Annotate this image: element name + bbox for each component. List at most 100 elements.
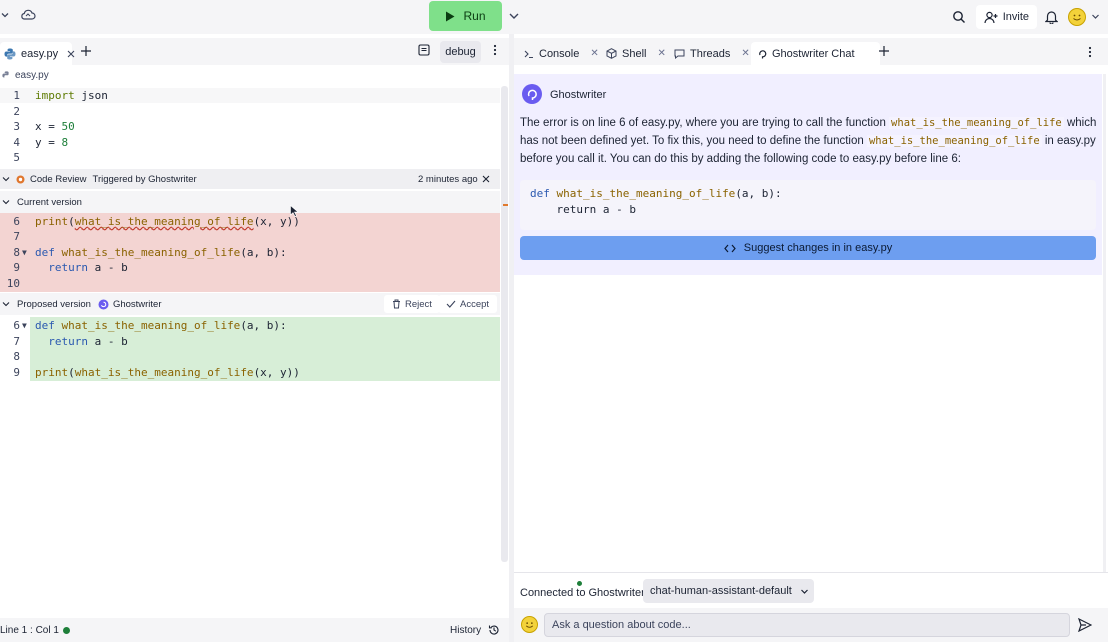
- new-tab-plus-icon[interactable]: [878, 45, 890, 57]
- run-button[interactable]: Run: [429, 1, 502, 31]
- code-line[interactable]: 3 x = 50: [0, 119, 500, 134]
- current-version-label: Current version: [17, 196, 82, 208]
- code-review-trigger: Triggered by Ghostwriter: [92, 173, 197, 185]
- fold-arrow-icon[interactable]: ▼: [22, 245, 27, 260]
- new-tab-plus-icon[interactable]: [80, 45, 92, 57]
- line-number: 10: [6, 277, 20, 290]
- code-line[interactable]: 1 import json: [0, 88, 500, 103]
- status-bar: Line 1 : Col 1 History: [0, 618, 509, 642]
- bell-icon[interactable]: [1045, 10, 1058, 24]
- line-code: print(what_is_the_meaning_of_life(x, y)): [35, 215, 300, 228]
- code-review-title: Code Review: [30, 173, 87, 185]
- line-code: def what_is_the_meaning_of_life(a, b):: [35, 246, 287, 259]
- debug-button[interactable]: debug: [440, 41, 481, 63]
- line-code: import json: [35, 89, 108, 102]
- file-tab-label: easy.py: [21, 47, 59, 60]
- tool-tab-row: Console ✕ Shell ✕ Threads ✕ Ghostwriter …: [514, 38, 1108, 65]
- file-tab-easy-py[interactable]: easy.py: [0, 42, 75, 65]
- connection-status: Connected to Ghostwriter: [520, 580, 645, 599]
- tab-label: Threads: [690, 47, 731, 60]
- proposed-version-header: Proposed version Ghostwriter Reject Acce…: [0, 293, 500, 315]
- line-number: 3: [13, 120, 20, 133]
- top-bar: Run Invite: [0, 0, 1108, 34]
- breadcrumb-file[interactable]: easy.py: [15, 70, 49, 81]
- chevron-down-icon[interactable]: [2, 198, 10, 206]
- check-icon: [446, 300, 456, 308]
- send-icon[interactable]: [1078, 618, 1092, 632]
- close-tab-icon[interactable]: ✕: [741, 48, 749, 59]
- code-line[interactable]: 4 y = 8: [0, 135, 500, 150]
- python-file-icon: [2, 70, 11, 80]
- code-line[interactable]: 8: [0, 349, 500, 364]
- accept-button[interactable]: Accept: [438, 295, 498, 313]
- history-icon[interactable]: [488, 624, 500, 636]
- ghostwriter-avatar: [522, 84, 542, 104]
- tab-ghostwriter-chat[interactable]: Ghostwriter Chat: [751, 42, 880, 65]
- line-code: x = 50: [35, 120, 75, 133]
- chat-scrollbar[interactable]: [1103, 74, 1106, 572]
- chevron-down-icon[interactable]: [2, 175, 10, 183]
- close-tab-icon[interactable]: [67, 50, 75, 58]
- close-tab-icon[interactable]: ✕: [657, 48, 665, 59]
- code-line[interactable]: 5: [0, 150, 500, 165]
- chevron-down-icon[interactable]: [0, 10, 10, 20]
- chevron-down-icon[interactable]: [2, 300, 10, 308]
- line-code: def what_is_the_meaning_of_life(a, b):: [35, 319, 287, 332]
- divider: [514, 572, 1108, 573]
- breadcrumb: easy.py: [0, 66, 49, 84]
- chat-bubble-icon: [674, 49, 685, 59]
- reject-label: Reject: [405, 298, 432, 310]
- history-label[interactable]: History: [450, 625, 481, 636]
- connection-label: Connected to Ghostwriter: [520, 587, 645, 599]
- reject-button[interactable]: Reject: [384, 295, 440, 313]
- line-number: 8: [13, 350, 20, 363]
- chat-input[interactable]: [544, 613, 1070, 637]
- code-line[interactable]: 7: [0, 229, 500, 244]
- tab-threads[interactable]: Threads ✕: [668, 42, 756, 65]
- invite-button[interactable]: Invite: [975, 5, 1037, 29]
- layout-toggle-icon[interactable]: [418, 44, 430, 56]
- code-line[interactable]: 9 return a - b: [0, 260, 500, 275]
- trash-icon: [392, 299, 401, 309]
- connection-dot-icon: [576, 580, 583, 587]
- line-number: 6: [13, 215, 20, 228]
- line-code: return a - b: [48, 335, 128, 348]
- tab-console[interactable]: Console ✕: [518, 42, 605, 65]
- line-number: 7: [13, 335, 20, 348]
- proposed-author: Ghostwriter: [112, 298, 162, 310]
- code-review-time: 2 minutes ago: [418, 173, 478, 185]
- ghostwriter-small-icon: [98, 299, 109, 310]
- cursor-position[interactable]: Line 1 : Col 1: [0, 625, 59, 636]
- suggest-changes-button[interactable]: Suggest changes in in easy.py: [520, 236, 1096, 260]
- line-number: 4: [13, 136, 20, 149]
- user-avatar[interactable]: [1068, 8, 1086, 26]
- close-icon[interactable]: [482, 175, 490, 183]
- code-line[interactable]: 7 return a - b: [0, 334, 500, 349]
- more-options-icon[interactable]: [1088, 46, 1092, 58]
- line-number: 6: [13, 319, 20, 332]
- line-number: 9: [13, 366, 20, 379]
- code-line[interactable]: 10: [0, 276, 500, 291]
- code-line[interactable]: 6 print(what_is_the_meaning_of_life(x, y…: [0, 214, 500, 229]
- tab-shell[interactable]: Shell ✕: [600, 42, 672, 65]
- code-line[interactable]: 9 print(what_is_the_meaning_of_life(x, y…: [0, 365, 500, 380]
- search-icon[interactable]: [952, 10, 966, 24]
- model-select[interactable]: chat-human-assistant-default: [643, 579, 814, 603]
- inline-code: what_is_the_meaning_of_life: [889, 117, 1064, 129]
- code-line[interactable]: 6 ▼ def what_is_the_meaning_of_life(a, b…: [0, 318, 500, 333]
- code-block-line: return a - b: [530, 203, 635, 216]
- close-tab-icon[interactable]: ✕: [590, 48, 598, 59]
- code-line[interactable]: 2: [0, 104, 500, 119]
- cloud-sync-icon[interactable]: [20, 8, 36, 22]
- editor-scrollbar[interactable]: [501, 86, 508, 562]
- code-line[interactable]: 8 ▼ def what_is_the_meaning_of_life(a, b…: [0, 245, 500, 260]
- run-options-chevron-icon[interactable]: [508, 10, 520, 22]
- suggest-label: Suggest changes in in easy.py: [743, 242, 893, 254]
- message-text: The error is on line 6 of easy.py, where…: [520, 114, 1100, 168]
- inline-code: what_is_the_meaning_of_life: [866, 135, 1042, 147]
- user-avatar[interactable]: [521, 616, 538, 633]
- fold-arrow-icon[interactable]: ▼: [22, 318, 27, 333]
- status-dot-icon: [62, 626, 70, 634]
- more-options-icon[interactable]: [493, 44, 497, 56]
- avatar-chevron-icon[interactable]: [1091, 12, 1100, 21]
